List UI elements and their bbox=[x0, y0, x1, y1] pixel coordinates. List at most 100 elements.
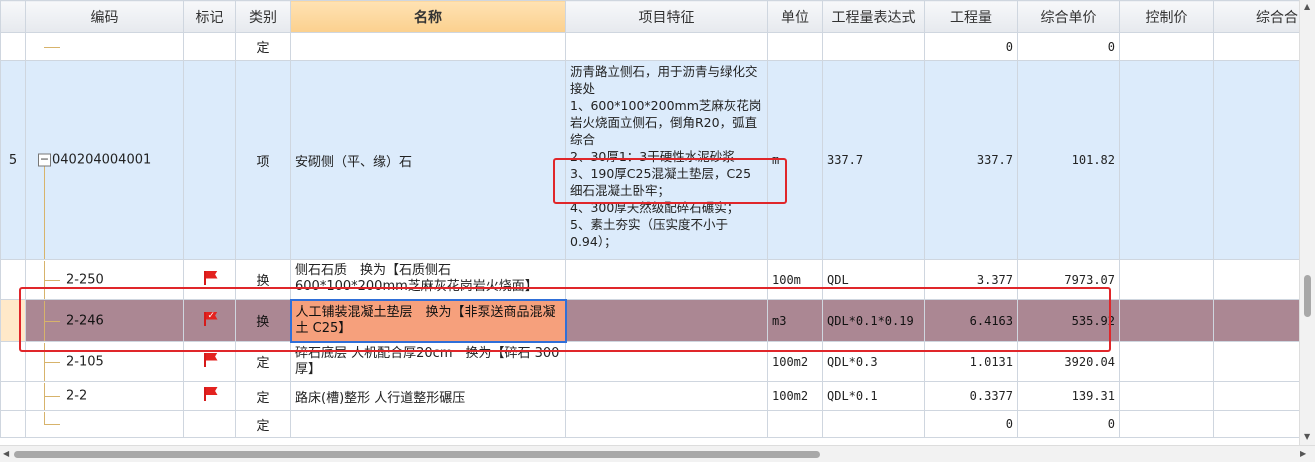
row-expr[interactable]: QDL bbox=[822, 259, 925, 300]
row-qty[interactable]: 0 bbox=[924, 410, 1018, 438]
row-type[interactable]: 定 bbox=[235, 341, 291, 382]
row-name[interactable]: 安砌侧（平、缘）石 bbox=[290, 60, 566, 260]
row-qty[interactable]: 6.4163 bbox=[924, 299, 1018, 342]
row-feature[interactable] bbox=[565, 259, 768, 300]
row-price[interactable]: 0 bbox=[1017, 410, 1120, 438]
row-qty[interactable]: 0 bbox=[924, 32, 1018, 61]
row-qty[interactable]: 337.7 bbox=[924, 60, 1018, 260]
row-qty[interactable]: 3.377 bbox=[924, 259, 1018, 300]
vertical-scroll-thumb[interactable] bbox=[1304, 275, 1311, 317]
row-mark[interactable] bbox=[183, 32, 236, 61]
row-expr[interactable]: QDL*0.3 bbox=[822, 341, 925, 382]
row-type[interactable]: 换 bbox=[235, 299, 291, 342]
horizontal-scroll-thumb[interactable] bbox=[14, 451, 820, 458]
row-control[interactable] bbox=[1119, 60, 1214, 260]
row-expr[interactable] bbox=[822, 410, 925, 438]
row-name[interactable]: 人工铺装混凝土垫层 换为【非泵送商品混凝土 C25】 bbox=[289, 298, 567, 343]
row-qty[interactable]: 1.0131 bbox=[924, 341, 1018, 382]
row-code[interactable]: 2-105 bbox=[25, 341, 184, 382]
row-code[interactable]: 2-246 bbox=[25, 299, 184, 342]
row-total[interactable]: 39 bbox=[1213, 341, 1300, 382]
row-type[interactable]: 项 bbox=[235, 60, 291, 260]
row-code[interactable]: −040204004001 bbox=[25, 60, 184, 260]
col-feature-header[interactable]: 项目特征 bbox=[565, 0, 768, 33]
collapse-icon[interactable]: − bbox=[38, 153, 51, 167]
scroll-right-icon[interactable]: ▶ bbox=[1300, 449, 1306, 458]
col-type-header[interactable]: 类别 bbox=[235, 0, 291, 33]
row-name[interactable]: 路床(槽)整形 人行道整形碾压 bbox=[290, 381, 566, 411]
row-total[interactable]: 2692 bbox=[1213, 259, 1300, 300]
table-row[interactable]: 2-250 换 侧石石质 换为【石质侧石 600*100*200mm芝麻灰花岗岩… bbox=[0, 259, 1300, 300]
row-name[interactable] bbox=[290, 32, 566, 61]
col-name-header[interactable]: 名称 bbox=[290, 0, 566, 33]
col-index-header[interactable] bbox=[0, 0, 26, 33]
table-row-selected[interactable]: 2-246 ✓ 换 人工铺装混凝土垫层 换为【非泵送商品混凝土 C25】 m3 … bbox=[0, 298, 1300, 343]
row-expr[interactable]: QDL*0.1 bbox=[822, 381, 925, 411]
row-price[interactable]: 101.82 bbox=[1017, 60, 1120, 260]
row-code[interactable] bbox=[25, 32, 184, 61]
col-qty-header[interactable]: 工程量 bbox=[924, 0, 1018, 33]
row-feature[interactable]: 沥青路立侧石，用于沥青与绿化交接处 1、600*100*200mm芝麻灰花岗岩火… bbox=[565, 60, 768, 260]
col-control-header[interactable]: 控制价 bbox=[1119, 0, 1214, 33]
row-code[interactable]: 2-2 bbox=[25, 381, 184, 411]
table-row[interactable]: 定 0 0 bbox=[0, 32, 1300, 61]
scroll-left-icon[interactable]: ◀ bbox=[3, 449, 9, 458]
row-mark[interactable] bbox=[183, 60, 236, 260]
table-row[interactable]: 定 0 0 bbox=[0, 410, 1300, 438]
table-row[interactable]: 5 −040204004001 项 安砌侧（平、缘）石 沥青路立侧石，用于沥青与… bbox=[0, 60, 1300, 260]
col-price-header[interactable]: 综合单价 bbox=[1017, 0, 1120, 33]
row-feature[interactable] bbox=[565, 32, 768, 61]
table-row[interactable]: 2-2 定 路床(槽)整形 人行道整形碾压 100m2 QDL*0.1 0.33… bbox=[0, 381, 1300, 411]
row-control[interactable] bbox=[1119, 410, 1214, 438]
row-price[interactable]: 139.31 bbox=[1017, 381, 1120, 411]
row-mark[interactable] bbox=[183, 410, 236, 438]
row-price[interactable]: 535.92 bbox=[1017, 299, 1120, 342]
row-control[interactable] bbox=[1119, 299, 1214, 342]
row-unit[interactable]: m3 bbox=[767, 299, 823, 342]
vertical-scrollbar[interactable]: ▲ ▼ bbox=[1299, 0, 1315, 446]
row-expr[interactable] bbox=[822, 32, 925, 61]
flag-icon[interactable] bbox=[202, 270, 218, 286]
col-code-header[interactable]: 编码 bbox=[25, 0, 184, 33]
row-name[interactable]: 侧石石质 换为【石质侧石 600*100*200mm芝麻灰花岗岩火烧面】 bbox=[290, 259, 566, 300]
row-mark[interactable] bbox=[183, 259, 236, 300]
row-name[interactable] bbox=[290, 410, 566, 438]
row-price[interactable]: 0 bbox=[1017, 32, 1120, 61]
row-total[interactable] bbox=[1213, 32, 1300, 61]
flag-checked-icon[interactable]: ✓ bbox=[202, 311, 218, 327]
row-unit[interactable]: 100m2 bbox=[767, 341, 823, 382]
row-unit[interactable]: 100m bbox=[767, 259, 823, 300]
row-feature[interactable] bbox=[565, 341, 768, 382]
row-expr[interactable]: QDL*0.1*0.19 bbox=[822, 299, 925, 342]
row-name[interactable]: 碎石底层 人机配合厚20cm 换为【碎石 300厚】 bbox=[290, 341, 566, 382]
row-type[interactable]: 定 bbox=[235, 381, 291, 411]
row-qty[interactable]: 0.3377 bbox=[924, 381, 1018, 411]
row-control[interactable] bbox=[1119, 32, 1214, 61]
row-code[interactable] bbox=[25, 410, 184, 438]
row-total[interactable] bbox=[1213, 410, 1300, 438]
row-control[interactable] bbox=[1119, 381, 1214, 411]
row-unit[interactable]: m bbox=[767, 60, 823, 260]
row-price[interactable]: 7973.07 bbox=[1017, 259, 1120, 300]
row-type[interactable]: 换 bbox=[235, 259, 291, 300]
row-unit[interactable] bbox=[767, 32, 823, 61]
col-total-header[interactable]: 综合合 bbox=[1213, 0, 1300, 33]
row-unit[interactable]: 100m2 bbox=[767, 381, 823, 411]
row-feature[interactable] bbox=[565, 381, 768, 411]
row-mark[interactable] bbox=[183, 341, 236, 382]
row-unit[interactable] bbox=[767, 410, 823, 438]
row-total[interactable]: 4 bbox=[1213, 381, 1300, 411]
flag-icon[interactable] bbox=[202, 386, 218, 402]
scroll-down-icon[interactable]: ▼ bbox=[1304, 432, 1310, 441]
row-feature[interactable] bbox=[565, 299, 768, 342]
row-expr[interactable]: 337.7 bbox=[822, 60, 925, 260]
scroll-up-icon[interactable]: ▲ bbox=[1304, 2, 1310, 11]
row-control[interactable] bbox=[1119, 341, 1214, 382]
row-type[interactable]: 定 bbox=[235, 32, 291, 61]
table-row[interactable]: 2-105 定 碎石底层 人机配合厚20cm 换为【碎石 300厚】 100m2… bbox=[0, 341, 1300, 382]
flag-icon[interactable] bbox=[202, 352, 218, 368]
row-price[interactable]: 3920.04 bbox=[1017, 341, 1120, 382]
row-code[interactable]: 2-250 bbox=[25, 259, 184, 300]
col-expr-header[interactable]: 工程量表达式 bbox=[822, 0, 925, 33]
col-unit-header[interactable]: 单位 bbox=[767, 0, 823, 33]
